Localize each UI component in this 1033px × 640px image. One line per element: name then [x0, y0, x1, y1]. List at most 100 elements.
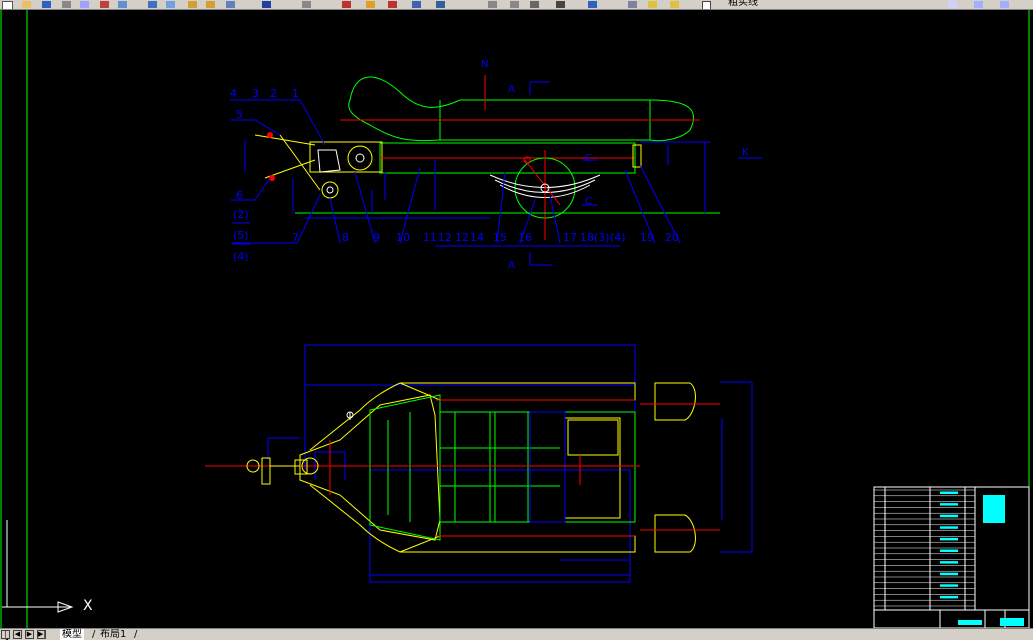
- open-icon[interactable]: [22, 1, 31, 8]
- save-icon[interactable]: [42, 1, 51, 8]
- title-block: [873, 486, 1030, 628]
- help-icon[interactable]: [530, 1, 539, 8]
- layer-sun-icon[interactable]: [648, 1, 657, 8]
- axle-line-1: [524, 159, 561, 206]
- part-label-p4: (4): [233, 250, 249, 263]
- parts-row-text-mark: [940, 561, 958, 564]
- properties-icon[interactable]: [366, 1, 375, 8]
- part-label-16: 16: [518, 231, 532, 244]
- tab-separator-2: /: [134, 629, 138, 640]
- part-label-18: 18: [580, 231, 594, 244]
- tab-nav-last-button[interactable]: ▶|: [37, 630, 46, 639]
- frame-rear-cap: [632, 144, 642, 168]
- part-label-19: 19: [640, 231, 654, 244]
- part-label-p3: (3): [594, 231, 610, 244]
- part-label-6: 6: [236, 189, 243, 202]
- tab-nav-first-button[interactable]: |◀: [1, 630, 10, 640]
- tab-layout1[interactable]: 布局1: [98, 629, 128, 640]
- dim-top-overall: [304, 344, 636, 386]
- part-label-p4b: (4): [610, 231, 626, 244]
- winch-hub: [355, 153, 365, 163]
- parts-row-text-mark: [940, 595, 958, 599]
- part-label-p2: (2): [233, 208, 249, 221]
- zoom-realtime-icon[interactable]: [262, 1, 271, 8]
- part-label-9: 9: [373, 231, 380, 244]
- part-label-7: 7: [292, 231, 299, 244]
- part-label-1: 1: [292, 87, 299, 100]
- jockey-hub: [326, 186, 334, 194]
- tow-hitch-point-1: [267, 132, 273, 138]
- design-center-icon[interactable]: [388, 1, 397, 8]
- parts-row-text-mark: [940, 572, 958, 576]
- part-label-11: 11: [423, 231, 437, 244]
- section-label-k: K: [742, 147, 749, 158]
- coupler-body: [317, 149, 341, 173]
- part-label-8: 8: [342, 231, 349, 244]
- part-label-14: 14: [470, 231, 484, 244]
- undo-icon[interactable]: [188, 1, 197, 8]
- pan-icon[interactable]: [226, 1, 235, 8]
- part-label-10: 10: [396, 231, 410, 244]
- section-label-n: N: [481, 59, 488, 70]
- paste-icon[interactable]: [148, 1, 157, 8]
- parts-row-text-mark: [940, 584, 958, 587]
- top-view: [205, 344, 753, 583]
- tab-model[interactable]: 模型: [60, 629, 84, 640]
- part-label-2: 2: [270, 87, 277, 100]
- layer-name[interactable]: 粗实线: [728, 0, 758, 9]
- markup-icon[interactable]: [488, 1, 497, 8]
- tool-palette-icon[interactable]: [412, 1, 421, 8]
- title-block-logo: [983, 495, 1005, 523]
- layer-walk-icon[interactable]: [1000, 1, 1009, 8]
- section-label-a-bottom: A: [508, 260, 515, 271]
- parts-row-text-mark: [940, 537, 958, 541]
- tow-arm-upper: [254, 134, 316, 146]
- drawing-canvas[interactable]: 4 3 2 1 5 6 (2) (5) (4) 7 8 9 10 11 12 1…: [0, 10, 1033, 628]
- layer-color-icon[interactable]: [702, 1, 711, 9]
- part-label-4: 4: [230, 87, 237, 100]
- part-label-12a: 12: [438, 231, 452, 244]
- calc-icon[interactable]: [510, 1, 519, 8]
- zoom-previous-icon[interactable]: [342, 1, 351, 8]
- preview-icon[interactable]: [80, 1, 89, 8]
- tab-separator: /: [92, 629, 96, 640]
- sheet-set-icon[interactable]: [436, 1, 445, 8]
- tab-nav-next-button[interactable]: ▶: [25, 630, 34, 639]
- part-label-15: 15: [493, 231, 507, 244]
- hull-deck: [439, 411, 636, 523]
- part-label-12b: 12: [455, 231, 469, 244]
- jockey-wheel: [321, 181, 339, 199]
- section-label-a-top: A: [508, 84, 515, 95]
- title-block-frame: [873, 486, 1030, 628]
- layer-lock-icon[interactable]: [670, 1, 679, 8]
- copy-icon[interactable]: [118, 1, 127, 8]
- new-icon[interactable]: [2, 1, 13, 9]
- boat-bow-lower: [309, 484, 401, 553]
- stern-tube-upper: [654, 382, 696, 421]
- jack-post: [279, 134, 321, 191]
- parts-row-text-mark: [940, 549, 958, 552]
- layer-previous-icon[interactable]: [948, 1, 957, 8]
- redo-icon[interactable]: [206, 1, 215, 8]
- stern-tube-lower: [654, 514, 696, 553]
- side-view: 4 3 2 1 5 6 (2) (5) (4) 7 8 9 10 11 12 1…: [230, 59, 762, 271]
- section-label-c-top: C: [585, 153, 592, 164]
- zoom-window-icon[interactable]: [302, 1, 311, 8]
- parts-row-text-mark: [940, 526, 958, 529]
- parts-row-text-mark: [940, 503, 958, 506]
- parts-row-text-mark: [940, 491, 958, 494]
- layer-translate-icon[interactable]: [974, 1, 983, 8]
- dim-bottom-width: [369, 469, 631, 583]
- part-label-17: 17: [563, 231, 577, 244]
- print-icon[interactable]: [62, 1, 71, 8]
- layer-manager-icon[interactable]: [556, 1, 565, 8]
- tab-nav-prev-button[interactable]: ◀: [13, 630, 22, 639]
- trailer-front-box: [309, 141, 383, 173]
- match-icon[interactable]: [166, 1, 175, 8]
- part-label-5: 5: [236, 108, 243, 121]
- part-label-p5: (5): [233, 229, 249, 242]
- cut-icon[interactable]: [100, 1, 109, 8]
- winch-wheel: [347, 145, 373, 171]
- layer-lightbulb-icon[interactable]: [628, 1, 637, 8]
- layer-state-icon[interactable]: [588, 1, 597, 8]
